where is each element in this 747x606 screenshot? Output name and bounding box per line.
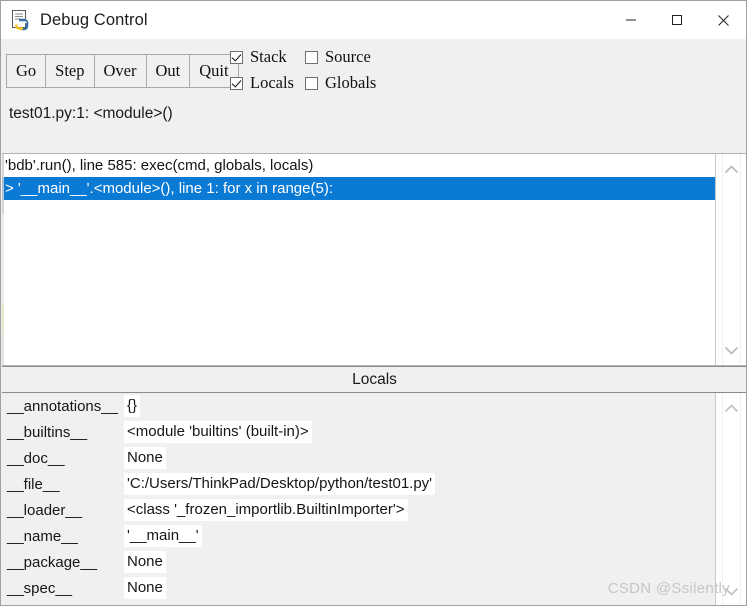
maximize-button[interactable] — [654, 1, 700, 39]
locals-value: None — [124, 551, 166, 573]
maximize-icon — [672, 15, 682, 25]
locals-scrollbar[interactable] — [716, 393, 746, 605]
stack-panel: 'bdb'.run(), line 585: exec(cmd, globals… — [2, 153, 746, 366]
checkbox-stack-label: Stack — [250, 47, 287, 66]
locals-value: '__main__' — [124, 525, 202, 547]
locals-name: __builtins__ — [7, 423, 88, 441]
locals-scroll-down-button[interactable] — [716, 580, 746, 602]
stack-gutter — [2, 154, 4, 365]
locals-name: __spec__ — [7, 579, 73, 597]
locals-name: __package__ — [7, 553, 98, 571]
locals-row[interactable]: __spec__ None — [2, 575, 715, 601]
locals-row[interactable]: __builtins__ <module 'builtins' (built-i… — [2, 419, 715, 445]
stack-row[interactable]: 'bdb'.run(), line 585: exec(cmd, globals… — [2, 154, 715, 177]
checkbox-globals-box[interactable] — [305, 76, 318, 90]
stack-list[interactable]: 'bdb'.run(), line 585: exec(cmd, globals… — [2, 154, 716, 365]
checkbox-stack-box[interactable] — [230, 50, 243, 64]
checkbox-source-label: Source — [325, 47, 371, 66]
locals-value: <class '_frozen_importlib.BuiltinImporte… — [124, 499, 408, 521]
python-debug-icon — [10, 9, 32, 31]
locals-header: Locals — [2, 366, 746, 393]
debug-control-window: Debug Control Go Step Over Out Quit Stac… — [0, 0, 747, 606]
locals-value: <module 'builtins' (built-in)> — [124, 421, 312, 443]
checkbox-globals-label: Globals — [325, 73, 377, 92]
locals-scroll-up-button[interactable] — [716, 397, 746, 419]
locals-row[interactable]: __doc__ None — [2, 445, 715, 471]
checkbox-source-box[interactable] — [305, 50, 318, 64]
locals-row[interactable]: __annotations__ {} — [2, 393, 715, 419]
checkbox-locals-label: Locals — [250, 73, 294, 92]
stack-scroll-down-button[interactable] — [716, 339, 746, 361]
over-button[interactable]: Over — [93, 54, 147, 88]
locals-name: __annotations__ — [7, 397, 118, 415]
locals-value: 'C:/Users/ThinkPad/Desktop/python/test01… — [124, 473, 436, 495]
checkbox-source[interactable]: Source — [305, 44, 376, 70]
stack-row-selected[interactable]: > '__main__'.<module>(), line 1: for x i… — [2, 177, 715, 200]
close-icon — [717, 14, 729, 26]
locals-row[interactable]: __file__ 'C:/Users/ThinkPad/Desktop/pyth… — [2, 471, 715, 497]
locals-row[interactable]: __name__ '__main__' — [2, 523, 715, 549]
minimize-icon — [626, 19, 636, 21]
locals-name: __file__ — [7, 475, 60, 493]
locals-row[interactable]: __package__ None — [2, 549, 715, 575]
locals-name: __loader__ — [7, 501, 83, 519]
step-button[interactable]: Step — [45, 54, 95, 88]
checkbox-globals[interactable]: Globals — [305, 70, 376, 96]
locals-scrollbar-track[interactable] — [722, 393, 741, 605]
go-button[interactable]: Go — [6, 54, 47, 88]
minimize-button[interactable] — [608, 1, 654, 39]
debug-button-row: Go Step Over Out Quit — [6, 54, 239, 88]
status-line: test01.py:1: <module>() — [2, 97, 746, 151]
stack-scroll-up-button[interactable] — [716, 158, 746, 180]
window-title: Debug Control — [40, 10, 148, 29]
locals-grid[interactable]: __annotations__ {} __builtins__ <module … — [2, 393, 716, 605]
stack-scrollbar[interactable] — [716, 154, 746, 365]
locals-value: None — [124, 447, 166, 469]
close-button[interactable] — [700, 1, 746, 39]
locals-panel: __annotations__ {} __builtins__ <module … — [2, 393, 746, 605]
stack-scrollbar-track[interactable] — [722, 154, 741, 365]
window-controls — [608, 1, 746, 39]
locals-name: __name__ — [7, 527, 78, 545]
locals-row[interactable]: __loader__ <class '_frozen_importlib.Bui… — [2, 497, 715, 523]
chevron-down-icon — [724, 346, 739, 355]
view-options: Stack Source Locals Globals — [230, 44, 376, 96]
locals-name: __doc__ — [7, 449, 65, 467]
chevron-up-icon — [724, 403, 739, 412]
checkbox-locals[interactable]: Locals — [230, 70, 305, 96]
out-button[interactable]: Out — [145, 54, 191, 88]
toolbar: Go Step Over Out Quit Stack Source Local… — [2, 39, 746, 97]
chevron-down-icon — [724, 587, 739, 596]
checkbox-stack[interactable]: Stack — [230, 44, 305, 70]
checkbox-locals-box[interactable] — [230, 76, 243, 90]
locals-value: {} — [124, 395, 141, 417]
locals-value: None — [124, 577, 166, 599]
title-bar: Debug Control — [1, 1, 746, 39]
chevron-up-icon — [724, 164, 739, 173]
